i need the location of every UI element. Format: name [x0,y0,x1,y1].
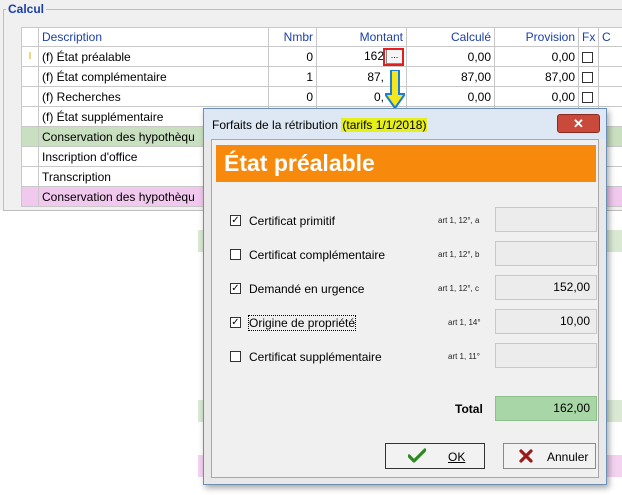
col-header-description[interactable]: Description [38,27,269,47]
option-certificat-complementaire[interactable]: Certificat complémentaire art 1, 12°, b [230,246,500,266]
dialog-body: État préalable ✓ Certificat primitif art… [211,139,599,478]
row-fx[interactable] [578,86,599,107]
row-provision[interactable]: 0,00 [494,46,579,67]
row-provision[interactable]: 0,00 [494,86,579,107]
article-ref: art 1, 12°, a [438,216,480,225]
col-header-calcule[interactable]: Calculé [406,27,495,47]
value-field [495,207,597,232]
down-arrow-icon [385,70,405,110]
row-c [598,86,622,107]
col-header-fx[interactable]: Fx [578,27,599,47]
total-value: 162,00 [495,396,597,421]
row-fx[interactable] [578,46,599,67]
ok-label: OK [448,450,466,464]
check-icon [408,448,426,463]
row-calcule: 87,00 [406,66,495,87]
col-header-montant[interactable]: Montant [316,27,407,47]
row-indicator [21,186,39,207]
option-certificat-supplementaire[interactable]: Certificat supplémentaire art 1, 11° [230,348,500,368]
option-certificat-primitif[interactable]: ✓ Certificat primitif art 1, 12°, a [230,212,500,232]
row-indicator [21,166,39,187]
row-nmbr[interactable]: 0 [268,46,317,67]
value-field [495,241,597,266]
cancel-label: Annuler [547,450,589,464]
close-button[interactable]: ✕ [557,114,600,133]
option-origine-propriete[interactable]: ✓ Origine de propriété art 1, 14° [230,314,500,334]
row-nmbr[interactable]: 1 [268,66,317,87]
checkbox-certificat-complementaire[interactable] [230,249,241,260]
banner: État préalable [216,145,596,182]
row-c [598,66,622,87]
option-label[interactable]: Demandé en urgence [249,282,364,296]
fx-checkbox[interactable] [582,91,593,103]
row-nmbr[interactable]: 0 [268,86,317,107]
value-field: 10,00 [495,309,597,334]
table-row[interactable]: (f) État complémentaire 1 87, 87,00 87,0… [21,66,622,87]
option-demande-urgence[interactable]: ✓ Demandé en urgence art 1, 12°, c [230,280,500,300]
calc-title: Calcul [6,2,47,16]
row-fx[interactable] [578,66,599,87]
banner-title: État préalable [224,150,375,176]
value-field [495,343,597,368]
row-provision[interactable]: 87,00 [494,66,579,87]
row-indicator [21,146,39,167]
col-header-nmbr[interactable]: Nmbr [268,27,317,47]
col-header-provision[interactable]: Provision [494,27,579,47]
dialog-titlebar[interactable]: Forfaits de la rétribution (tarifs 1/1/2… [204,109,606,139]
table-row[interactable]: I (f) État préalable 0 162... 0,00 0,00 [21,46,622,67]
row-calcule: 0,00 [406,86,495,107]
highlight-box [383,48,404,66]
cross-icon [519,449,533,463]
article-ref: art 1, 12°, c [438,284,479,293]
row-description[interactable]: (f) Recherches [38,86,269,107]
option-label[interactable]: Certificat complémentaire [249,248,385,262]
grid-header-row: Description Nmbr Montant Calculé Provisi… [21,27,622,47]
row-description[interactable]: (f) État complémentaire [38,66,269,87]
table-row[interactable]: (f) Recherches 0 0, 0,00 0,00 [21,86,622,107]
cancel-button[interactable]: Annuler [503,443,596,469]
value-field: 152,00 [495,275,597,300]
dialog-title-prefix: Forfaits de la rétribution [212,118,342,132]
checkbox-origine-propriete[interactable]: ✓ [230,317,241,328]
col-header-c[interactable]: C [598,27,622,47]
dialog-title: Forfaits de la rétribution (tarifs 1/1/2… [212,118,428,132]
article-ref: art 1, 11° [448,352,480,361]
fx-checkbox[interactable] [582,71,593,83]
row-indicator [21,126,39,147]
total-label: Total [455,402,483,416]
row-indicator [21,106,39,127]
row-indicator [21,86,39,107]
option-label[interactable]: Certificat supplémentaire [249,350,382,364]
forfaits-dialog: Forfaits de la rétribution (tarifs 1/1/2… [203,108,607,485]
col-header-indicator [21,27,39,47]
article-ref: art 1, 14° [448,318,481,327]
row-c [598,46,622,67]
checkbox-certificat-primitif[interactable]: ✓ [230,215,241,226]
montant-value: 162 [363,48,384,63]
checkbox-demande-urgence[interactable]: ✓ [230,283,241,294]
checkbox-certificat-supplementaire[interactable] [230,351,241,362]
ok-button[interactable]: OK [385,443,485,469]
option-label[interactable]: Certificat primitif [249,214,335,228]
option-label[interactable]: Origine de propriété [247,315,357,331]
fx-checkbox[interactable] [582,51,593,63]
row-indicator [21,66,39,87]
row-description[interactable]: (f) État préalable [38,46,269,67]
article-ref: art 1, 12°, b [438,250,480,259]
row-calcule: 0,00 [406,46,495,67]
row-indicator: I [21,46,39,67]
dialog-title-tariff: (tarifs 1/1/2018) [341,118,428,132]
